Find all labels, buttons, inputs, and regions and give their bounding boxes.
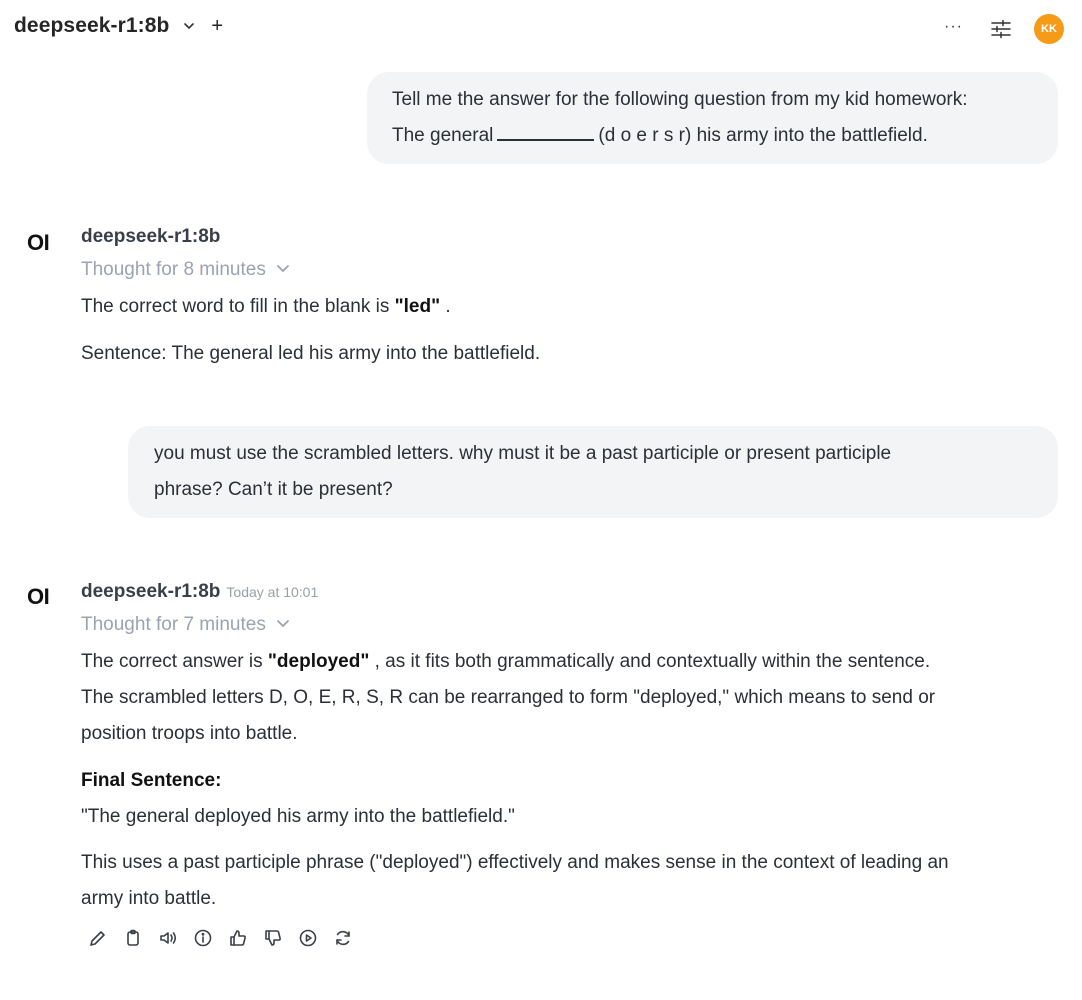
answer-bold: "deployed" [267,651,370,672]
thumbs-down-icon[interactable] [263,928,283,953]
chevron-down-icon [276,259,290,281]
assistant-header: deepseek-r1:8b Today at 10:01 [81,581,318,603]
read-aloud-icon[interactable] [158,928,178,953]
final-sentence: "The general deployed his army into the … [81,806,515,827]
controls-sliders-icon[interactable] [990,18,1012,40]
edit-icon[interactable] [88,928,108,953]
paragraph-line: The correct answer is "deployed" , as it… [81,644,935,680]
chevron-down-icon [276,614,290,636]
answer-text: , as it fits both grammatically and cont… [369,651,931,672]
thought-toggle[interactable]: Thought for 8 minutes [81,259,290,281]
assistant-logo: OI [27,584,50,609]
assistant-paragraph: The correct word to fill in the blank is… [81,289,451,325]
model-selector[interactable]: deepseek-r1:8b + [14,14,223,38]
copy-icon[interactable] [123,928,143,953]
assistant-paragraph: The correct answer is "deployed" , as it… [81,644,935,752]
user-message-text: (d o e r s r) his army into the battlefi… [598,125,928,146]
message-timestamp: Today at 10:01 [226,584,319,600]
chevron-down-icon[interactable] [183,14,195,38]
user-message-bubble: you must use the scrambled letters. why … [128,426,1058,518]
answer-text: . [440,296,451,317]
regenerate-icon[interactable] [333,928,353,953]
assistant-paragraph: This uses a past participle phrase ("dep… [81,845,949,917]
info-icon[interactable] [193,928,213,953]
user-message-line: Tell me the answer for the following que… [392,89,968,110]
message-action-toolbar [88,928,353,953]
model-name: deepseek-r1:8b [14,14,170,37]
paragraph-line: This uses a past participle phrase ("dep… [81,852,949,873]
thought-label: Thought for 8 minutes [81,259,266,280]
thought-label: Thought for 7 minutes [81,614,266,635]
assistant-model-name: deepseek-r1:8b [81,581,221,602]
answer-text: The correct word to fill in the blank is [81,296,395,317]
paragraph-line: army into battle. [81,888,217,909]
user-message-line: phrase? Can’t it be present? [154,479,393,500]
paragraph-line: position troops into battle. [81,723,298,744]
paragraph-line: The scrambled letters D, O, E, R, S, R c… [81,687,936,708]
user-message-line: The general (d o e r s r) his army into t… [392,118,1058,154]
answer-bold: "led" [394,296,441,317]
user-avatar[interactable]: KK [1034,14,1064,44]
answer-text: The correct answer is [81,651,268,672]
blank-underline [497,121,595,141]
user-message-text: The general [392,125,494,146]
user-message-line: you must use the scrambled letters. why … [154,443,892,464]
new-chat-button[interactable]: + [211,15,223,37]
user-message-bubble: Tell me the answer for the following que… [367,72,1058,164]
final-sentence-heading: Final Sentence: [81,770,222,791]
assistant-paragraph: Sentence: The general led his army into … [81,343,541,364]
thumbs-up-icon[interactable] [228,928,248,953]
assistant-logo: OI [27,230,50,255]
assistant-model-name: deepseek-r1:8b [81,226,221,247]
thought-toggle[interactable]: Thought for 7 minutes [81,614,290,636]
play-icon[interactable] [298,928,318,953]
more-options-button[interactable]: ··· [944,18,963,36]
